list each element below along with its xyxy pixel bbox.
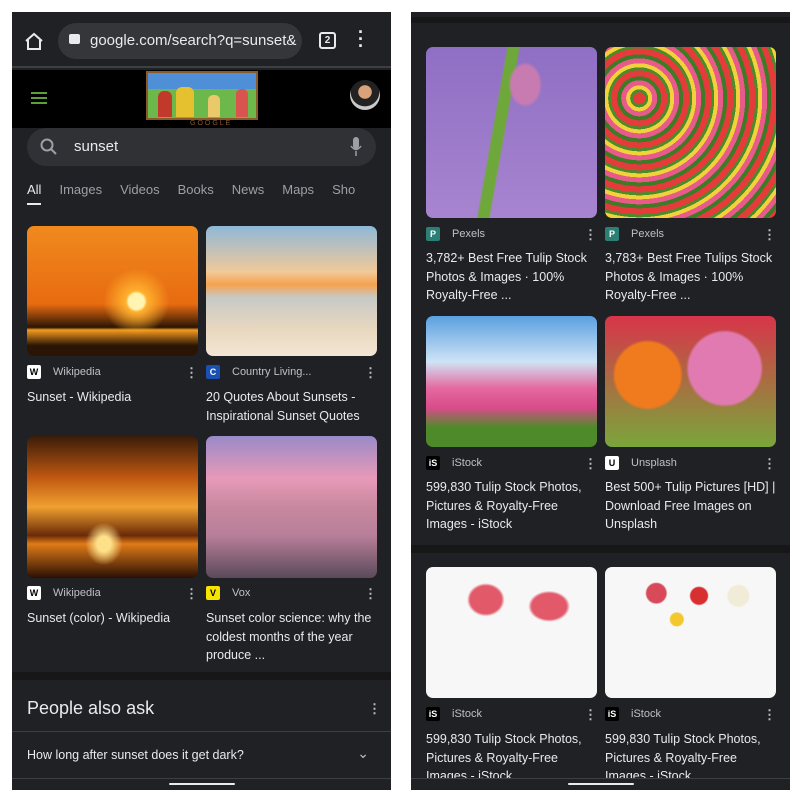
result-title[interactable]: Sunset (color) - Wikipedia — [27, 609, 202, 628]
more-options-icon[interactable]: ⋮ — [364, 366, 377, 379]
search-tabs: All Images Videos Books News Maps Sho — [27, 182, 373, 205]
result-title[interactable]: Best 500+ Tulip Pictures [HD] | Download… — [605, 478, 780, 534]
doodle-caption: GOOGLE — [190, 120, 233, 127]
tab-news[interactable]: News — [232, 182, 265, 197]
search-query: sunset — [74, 138, 119, 155]
gesture-bar — [12, 778, 391, 790]
hamburger-menu-icon[interactable] — [31, 92, 47, 104]
result-image-lake-sunset[interactable] — [206, 436, 377, 578]
left-phone-screen: google.com/search?q=sunset& 2 · · · GOOGLE… — [12, 12, 391, 790]
browser-toolbar: google.com/search?q=sunset& 2 · · · — [12, 12, 391, 68]
result-image-tulip-field[interactable] — [605, 47, 776, 218]
result-source[interactable]: P Pexels ⋮ — [426, 227, 597, 241]
result-image-tulips-closeup[interactable] — [605, 316, 776, 447]
result-source[interactable]: iS iStock ⋮ — [426, 456, 597, 470]
more-options-icon[interactable]: ⋮ — [763, 457, 776, 470]
result-source[interactable]: iS iStock ⋮ — [426, 707, 597, 721]
result-source[interactable]: V Vox ⋮ — [206, 586, 377, 600]
google-header: GOOGLE — [12, 70, 391, 128]
tab-maps[interactable]: Maps — [282, 182, 314, 197]
more-options-icon[interactable]: ⋮ — [584, 228, 597, 241]
more-options-icon[interactable]: ⋮ — [763, 708, 776, 721]
gesture-bar — [411, 778, 790, 790]
tab-switcher-button[interactable]: 2 — [319, 32, 336, 49]
more-menu-icon[interactable]: · · · — [358, 23, 364, 55]
result-source[interactable]: W Wikipedia ⋮ — [27, 586, 198, 600]
result-source[interactable]: P Pexels ⋮ — [605, 227, 776, 241]
result-image-sunset[interactable] — [27, 226, 198, 356]
more-options-icon[interactable]: ⋮ — [364, 587, 377, 600]
home-gesture-handle[interactable] — [568, 783, 634, 785]
more-options-icon[interactable]: ⋮ — [763, 228, 776, 241]
tab-videos[interactable]: Videos — [120, 182, 160, 197]
home-icon[interactable] — [24, 32, 44, 50]
result-image-sunset-color[interactable] — [27, 436, 198, 578]
paa-question[interactable]: How long after sunset does it get dark? ⌄ — [27, 745, 377, 762]
url-bar[interactable]: google.com/search?q=sunset& — [58, 23, 302, 59]
tab-all[interactable]: All — [27, 182, 42, 205]
result-image-tulips-white[interactable] — [426, 567, 597, 698]
result-title[interactable]: Sunset - Wikipedia — [27, 388, 202, 407]
tab-books[interactable]: Books — [178, 182, 214, 197]
tab-shopping[interactable]: Sho — [332, 182, 355, 197]
more-options-icon[interactable]: ⋮ — [368, 702, 381, 715]
more-options-icon[interactable]: ⋮ — [584, 457, 597, 470]
result-title[interactable]: Sunset color science: why the coldest mo… — [206, 609, 381, 665]
url-text: google.com/search?q=sunset& — [90, 32, 297, 49]
result-source[interactable]: iS iStock ⋮ — [605, 707, 776, 721]
result-title[interactable]: 3,783+ Best Free Tulips Stock Photos & I… — [605, 249, 780, 305]
section-divider — [411, 17, 790, 23]
result-title[interactable]: 3,782+ Best Free Tulip Stock Photos & Im… — [426, 249, 601, 305]
more-options-icon[interactable]: ⋮ — [185, 366, 198, 379]
result-image-tulips-row[interactable] — [605, 567, 776, 698]
google-doodle[interactable] — [146, 71, 258, 120]
search-input[interactable]: sunset — [27, 128, 376, 166]
result-title[interactable]: 599,830 Tulip Stock Photos, Pictures & R… — [426, 478, 601, 534]
tab-images[interactable]: Images — [59, 182, 102, 197]
more-options-icon[interactable]: ⋮ — [584, 708, 597, 721]
more-options-icon[interactable]: ⋮ — [185, 587, 198, 600]
result-source[interactable]: C Country Living... ⋮ — [206, 365, 377, 379]
search-icon — [40, 138, 57, 155]
result-title[interactable]: 20 Quotes About Sunsets - Inspirational … — [206, 388, 381, 425]
home-gesture-handle[interactable] — [169, 783, 235, 785]
result-image-tulips-sky[interactable] — [426, 316, 597, 447]
lock-icon — [69, 34, 80, 44]
result-image-tulip-purple[interactable] — [426, 47, 597, 218]
section-divider — [12, 672, 391, 680]
chevron-down-icon[interactable]: ⌄ — [357, 745, 369, 762]
result-image-beach-sunset[interactable] — [206, 226, 377, 356]
result-source[interactable]: U Unsplash ⋮ — [605, 456, 776, 470]
account-avatar[interactable] — [350, 80, 380, 110]
microphone-icon[interactable] — [350, 137, 362, 157]
section-divider — [411, 545, 790, 553]
people-also-ask-heading: People also ask — [27, 698, 155, 718]
result-source[interactable]: W Wikipedia ⋮ — [27, 365, 198, 379]
right-phone-screen: P Pexels ⋮ P Pexels ⋮ 3,782+ Best Free Tulip… — [411, 12, 790, 790]
